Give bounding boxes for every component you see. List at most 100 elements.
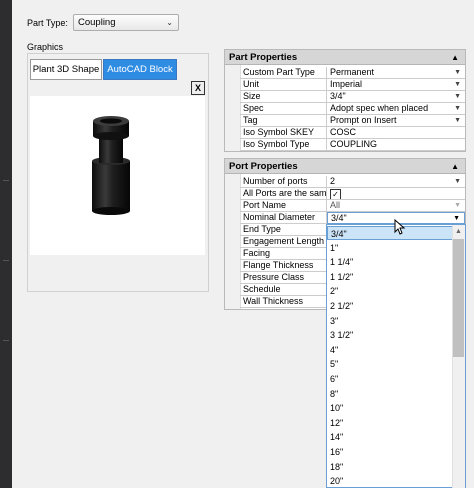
dropdown-option[interactable]: 3" bbox=[327, 314, 453, 328]
prop-value-text: 2 bbox=[330, 176, 336, 186]
prop-value-size[interactable]: 3/4" ▼ bbox=[327, 91, 465, 103]
prop-name: Flange Thickness bbox=[240, 260, 327, 272]
close-preview-button[interactable]: X bbox=[191, 81, 205, 95]
prop-row-iso-skey[interactable]: Iso Symbol SKEY COSC bbox=[240, 127, 465, 139]
tab-plant-3d-shape[interactable]: Plant 3D Shape bbox=[30, 59, 102, 80]
prop-name: Unit bbox=[240, 79, 327, 91]
prop-name: Iso Symbol Type bbox=[240, 139, 327, 151]
prop-name: Schedule bbox=[240, 284, 327, 296]
all-ports-same-checkbox[interactable]: ✓ bbox=[330, 189, 341, 199]
prop-value-spec[interactable]: Adopt spec when placed ▼ bbox=[327, 103, 465, 115]
port-row-all-ports-same[interactable]: All Ports are the same ✓ bbox=[240, 188, 465, 200]
prop-value-text: COUPLING bbox=[330, 139, 378, 149]
dropdown-option[interactable]: 10" bbox=[327, 401, 453, 415]
prop-value-text: 3/4" bbox=[330, 91, 346, 101]
prop-name: Facing bbox=[240, 248, 327, 260]
port-row-number-of-ports[interactable]: Number of ports 2 ▼ bbox=[240, 176, 465, 188]
prop-name: Iso Symbol SKEY bbox=[240, 127, 327, 139]
prop-name: Tag bbox=[240, 115, 327, 127]
property-margin bbox=[225, 174, 241, 309]
part-properties-header[interactable]: Part Properties ▲ bbox=[225, 50, 465, 65]
dropdown-option[interactable]: 1" bbox=[327, 241, 453, 255]
prop-name: All Ports are the same bbox=[240, 188, 327, 200]
prop-row-tag[interactable]: Tag Prompt on Insert ▼ bbox=[240, 115, 465, 127]
property-margin bbox=[225, 65, 241, 151]
chevron-down-icon: ⌄ bbox=[166, 18, 173, 27]
dropdown-option[interactable]: 18" bbox=[327, 460, 453, 474]
dropdown-option[interactable]: 20" bbox=[327, 474, 453, 487]
background-app-strip bbox=[0, 0, 12, 488]
prop-value-text: 3/4" bbox=[331, 213, 347, 223]
prop-value-text: Prompt on Insert bbox=[330, 115, 397, 125]
dropdown-option[interactable]: 6" bbox=[327, 372, 453, 386]
dropdown-option[interactable]: 8" bbox=[327, 387, 453, 401]
prop-name: Engagement Length bbox=[240, 236, 327, 248]
dropdown-option[interactable]: 1 1/2" bbox=[327, 270, 453, 284]
chevron-down-icon: ▼ bbox=[454, 93, 461, 100]
prop-value-text: All bbox=[330, 200, 341, 210]
part-properties-title: Part Properties bbox=[229, 52, 298, 63]
chevron-down-icon: ▼ bbox=[454, 105, 461, 112]
prop-row-unit[interactable]: Unit Imperial ▼ bbox=[240, 79, 465, 91]
dropdown-option[interactable]: 2 1/2" bbox=[327, 299, 453, 313]
prop-value-text: COSC bbox=[330, 127, 357, 137]
dropdown-option[interactable]: 14" bbox=[327, 430, 453, 444]
collapse-triangle-icon[interactable]: ▲ bbox=[451, 50, 459, 65]
part-type-value: Coupling bbox=[78, 17, 116, 28]
port-properties-header[interactable]: Port Properties ▲ bbox=[225, 159, 465, 174]
prop-value-unit[interactable]: Imperial ▼ bbox=[327, 79, 465, 91]
prop-name: Pressure Class bbox=[240, 272, 327, 284]
dropdown-option[interactable]: 3 1/2" bbox=[327, 328, 453, 342]
prop-value-text: Imperial bbox=[330, 79, 363, 89]
prop-row-spec[interactable]: Spec Adopt spec when placed ▼ bbox=[240, 103, 465, 115]
prop-name: Number of ports bbox=[240, 176, 327, 188]
coupling-3d-preview-icon bbox=[92, 116, 130, 215]
chevron-down-icon: ▼ bbox=[454, 202, 461, 209]
prop-value-iso-skey[interactable]: COSC bbox=[327, 127, 465, 139]
prop-name: End Type bbox=[240, 224, 327, 236]
chevron-down-icon: ▼ bbox=[454, 117, 461, 124]
mouse-cursor-icon bbox=[394, 218, 406, 235]
port-value-port-name[interactable]: All ▼ bbox=[327, 200, 465, 212]
part-type-select[interactable]: Coupling ⌄ bbox=[73, 14, 179, 31]
prop-value-text: Permanent bbox=[330, 67, 375, 77]
checkmark-icon: ✓ bbox=[332, 190, 339, 199]
chevron-down-icon: ▼ bbox=[453, 215, 460, 222]
prop-row-size[interactable]: Size 3/4" ▼ bbox=[240, 91, 465, 103]
prop-name: Wall Thickness bbox=[240, 296, 327, 308]
dropdown-option[interactable]: 5" bbox=[327, 357, 453, 371]
graphics-preview bbox=[30, 96, 205, 255]
dropdown-option[interactable]: 12" bbox=[327, 416, 453, 430]
port-properties-title: Port Properties bbox=[229, 161, 298, 172]
dropdown-option[interactable]: 4" bbox=[327, 343, 453, 357]
prop-value-custom-part-type[interactable]: Permanent ▼ bbox=[327, 67, 465, 79]
prop-name: Port Name bbox=[240, 200, 327, 212]
scroll-up-arrow-icon[interactable]: ▲ bbox=[452, 225, 465, 238]
nominal-diameter-dropdown[interactable]: 3/4" 1" 1 1/4" 1 1/2" 2" 2 1/2" 3" 3 1/2" 4" 5" 6"… bbox=[326, 224, 466, 488]
dropdown-option[interactable]: 1 1/4" bbox=[327, 255, 453, 269]
collapse-triangle-icon[interactable]: ▲ bbox=[451, 159, 459, 174]
graphics-label: Graphics bbox=[27, 42, 64, 52]
prop-name: Custom Part Type bbox=[240, 67, 327, 79]
port-value-all-ports-same: ✓ bbox=[327, 188, 465, 200]
dropdown-option[interactable]: 3/4" bbox=[327, 226, 453, 240]
chevron-down-icon: ▼ bbox=[454, 81, 461, 88]
prop-name: Size bbox=[240, 91, 327, 103]
port-row-port-name[interactable]: Port Name All ▼ bbox=[240, 200, 465, 212]
prop-row-iso-type[interactable]: Iso Symbol Type COUPLING bbox=[240, 139, 465, 151]
tab-autocad-block[interactable]: AutoCAD Block bbox=[103, 59, 177, 80]
port-row-nominal-diameter[interactable]: Nominal Diameter 3/4" ▼ bbox=[240, 212, 465, 224]
prop-value-text: Adopt spec when placed bbox=[330, 103, 429, 113]
part-properties-panel: Part Properties ▲ Custom Part Type Permane… bbox=[224, 49, 466, 152]
dropdown-option[interactable]: 16" bbox=[327, 445, 453, 459]
prop-value-tag[interactable]: Prompt on Insert ▼ bbox=[327, 115, 465, 127]
prop-name: Nominal Diameter bbox=[240, 212, 327, 224]
prop-name: Spec bbox=[240, 103, 327, 115]
port-value-number-of-ports[interactable]: 2 ▼ bbox=[327, 176, 465, 188]
dropdown-option[interactable]: 2" bbox=[327, 284, 453, 298]
chevron-down-icon: ▼ bbox=[454, 69, 461, 76]
prop-row-custom-part-type[interactable]: Custom Part Type Permanent ▼ bbox=[240, 67, 465, 79]
scrollbar-thumb[interactable] bbox=[453, 239, 464, 357]
prop-value-iso-type[interactable]: COUPLING bbox=[327, 139, 465, 151]
chevron-down-icon: ▼ bbox=[454, 178, 461, 185]
